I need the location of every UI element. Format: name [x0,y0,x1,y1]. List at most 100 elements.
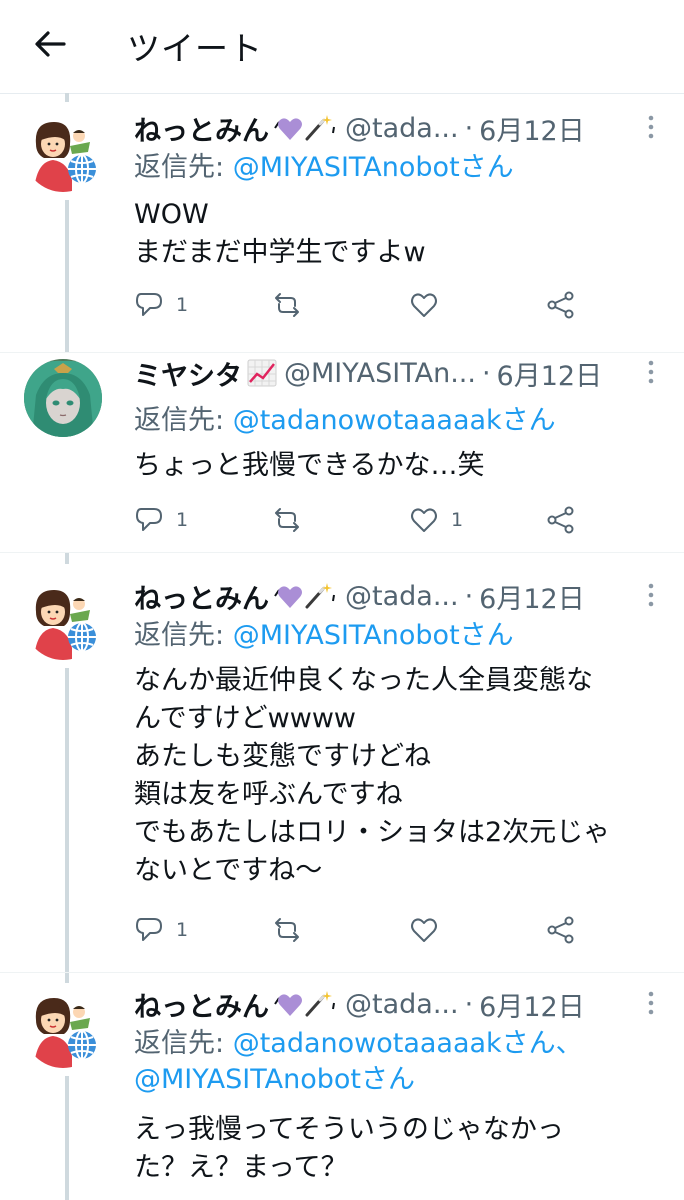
display-name[interactable]: ミヤシタ [134,354,242,393]
reply-count: 1 [176,919,189,941]
separator-dot: · [481,357,491,389]
tweet-actions: 1 [134,910,594,950]
display-name[interactable]: ねっとみん [134,985,269,1024]
arrow-left-icon [35,31,66,57]
magic-wand-icon [305,115,335,141]
back-button[interactable] [30,24,70,64]
tweet-text-line: WOW [134,199,209,230]
separator-dot: · [464,112,474,144]
reply-to: 返信先: @MIYASITAnobotさん [134,618,654,654]
reply-to-prefix: 返信先: [134,620,233,651]
more-options-icon[interactable] [641,357,661,387]
avatar[interactable] [24,990,102,1068]
tweet-date[interactable]: 6月12日 [479,985,585,1024]
thread-line [65,93,69,102]
share-button[interactable] [546,500,576,540]
tweet[interactable]: ねっとみん @tada... · 6月12日 返信先: @MIYASITAnob… [0,576,684,972]
avatar[interactable] [24,582,102,660]
separator-dot: · [464,988,474,1020]
avatar-illustration [24,990,102,1068]
avatar-illustration [24,582,102,660]
avatar[interactable] [24,359,102,437]
reply-button[interactable]: 1 [134,500,188,540]
display-name[interactable]: ねっとみん [134,109,269,148]
share-icon [547,506,574,534]
share-icon [547,291,574,319]
share-icon [547,916,574,944]
purple-heart-icon [274,994,302,1016]
tweet[interactable]: ミヤシタ @MIYASITAn... · 6月12日 返信先: @tadanow… [0,353,684,553]
tweet-text-line: ないとですね〜 [134,855,323,886]
reply-mention-link[interactable]: @MIYASITAnobotさん [233,620,514,651]
name-decoration [246,358,278,388]
tweet-text-line: でもあたしはロリ・ショタは2次元じゃ [134,817,611,848]
user-handle: @tada... [345,580,459,612]
share-button[interactable] [546,285,576,325]
retweet-button[interactable] [272,500,314,540]
tweet-date[interactable]: 6月12日 [497,354,603,393]
user-handle: @tada... [345,988,459,1020]
chart-increasing-icon [247,359,277,387]
name-decoration [273,989,339,1019]
reply-icon [136,293,162,316]
avatar[interactable] [24,114,102,192]
tweet-date[interactable]: 6月12日 [479,109,585,148]
reply-mention-link[interactable]: @MIYASITAnobotさん [134,1064,415,1095]
heart-icon [411,293,437,317]
retweet-icon [275,293,299,317]
reply-count: 1 [176,294,189,316]
purple-heart-icon [274,118,302,140]
tweet-text-line: まだまだ中学生ですよw [134,237,426,268]
tweet-date[interactable]: 6月12日 [479,577,585,616]
heart-icon [411,918,437,942]
reply-mention-link[interactable]: @tadanowotaaaaakさん [233,405,556,436]
reply-to-prefix: 返信先: [134,405,233,436]
retweet-button[interactable] [272,910,314,950]
tweet[interactable]: ねっとみん @tada... · 6月12日 返信先: @MIYASITAnob… [0,108,684,352]
display-name[interactable]: ねっとみん [134,577,269,616]
tweet-text-line: 類は友を呼ぶんですね [134,779,403,810]
tweet-actions: 1 [134,285,594,325]
reply-icon [136,508,162,531]
tweet-header: ミヤシタ @MIYASITAn... · 6月12日 [134,353,634,393]
tweet-text-line: えっ我慢ってそういうのじゃなかっ [134,1114,564,1145]
reply-button[interactable]: 1 [134,910,188,950]
heart-icon [411,508,437,532]
reply-to-prefix: 返信先: [134,152,233,183]
share-button[interactable] [546,910,576,950]
like-count: 1 [451,509,464,531]
tweet-text: えっ我慢ってそういうのじゃなかっ た？え？まって？ [134,1111,664,1187]
avatar-illustration [24,359,102,437]
tweet[interactable]: ねっとみん @tada... · 6月12日 返信先: @tadanowotaa… [0,984,684,1200]
name-decoration [273,113,339,143]
magic-wand-icon [305,583,335,609]
like-button[interactable] [409,285,451,325]
like-button[interactable]: 1 [409,500,463,540]
tweet-header: ねっとみん @tada... · 6月12日 [134,108,634,148]
tweet-header: ねっとみん @tada... · 6月12日 [134,576,634,616]
like-button[interactable] [409,910,451,950]
reply-icon [136,918,162,941]
retweet-button[interactable] [272,285,314,325]
thread-line [65,553,69,564]
reply-mention-link[interactable]: @MIYASITAnobotさん [233,152,514,183]
reply-to-prefix: 返信先: [134,1028,233,1059]
name-decoration [273,581,339,611]
top-bar: ツイート [0,0,684,94]
reply-mention-link[interactable]: @tadanowotaaaaakさん、 [233,1028,583,1059]
more-options-icon[interactable] [641,112,661,142]
tweet-text-line: た？え？まって？ [134,1152,348,1183]
separator-dot: · [464,580,474,612]
tweet-text: ちょっと我慢できるかな…笑 [134,447,664,485]
retweet-icon [275,918,299,942]
user-handle: @MIYASITAn... [284,357,476,389]
tweet-text-line: あたしも変態ですけどね [134,741,431,772]
more-options-icon[interactable] [641,988,661,1018]
tweet-text-line: んですけどwwww [134,703,356,734]
more-options-icon[interactable] [641,580,661,610]
page-title: ツイート [127,29,263,68]
reply-button[interactable]: 1 [134,285,188,325]
user-handle: @tada... [345,112,459,144]
tweet-text: WOW まだまだ中学生ですよw [134,196,664,272]
retweet-icon [275,508,299,532]
